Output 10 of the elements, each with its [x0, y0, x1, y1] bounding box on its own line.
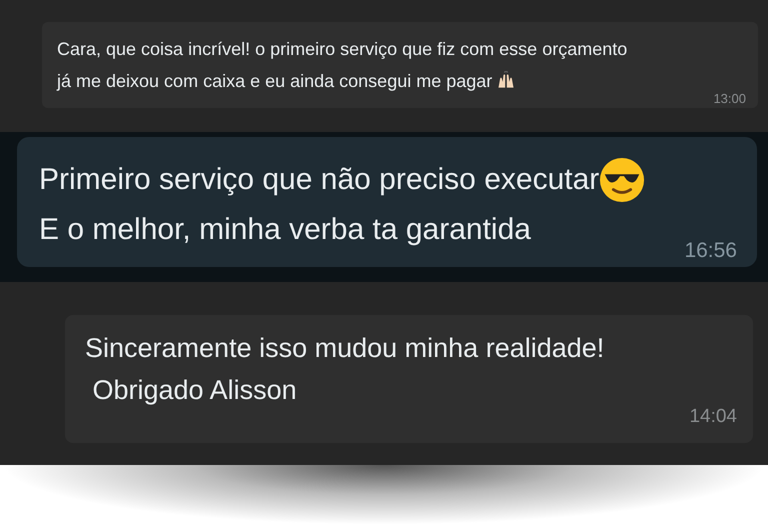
message-text: Cara, que coisa incrível! o primeiro serviço que fiz com esse orçamento	[57, 38, 628, 61]
sunglasses-face-icon	[599, 157, 646, 203]
message-text: já me deixou com caixa e eu ainda consegui me pagar	[57, 70, 492, 93]
message-time: 14:04	[689, 405, 737, 429]
message-text: Sinceramente isso mudou minha realidade!	[85, 332, 604, 365]
message-time: 13:00	[713, 90, 746, 108]
message-text: Primeiro serviço que não preciso executar	[39, 162, 600, 198]
message-text: E o melhor, minha verba ta garantida	[39, 212, 531, 248]
message-text: Obrigado Alisson	[92, 374, 297, 407]
message-time: 16:56	[684, 238, 737, 264]
